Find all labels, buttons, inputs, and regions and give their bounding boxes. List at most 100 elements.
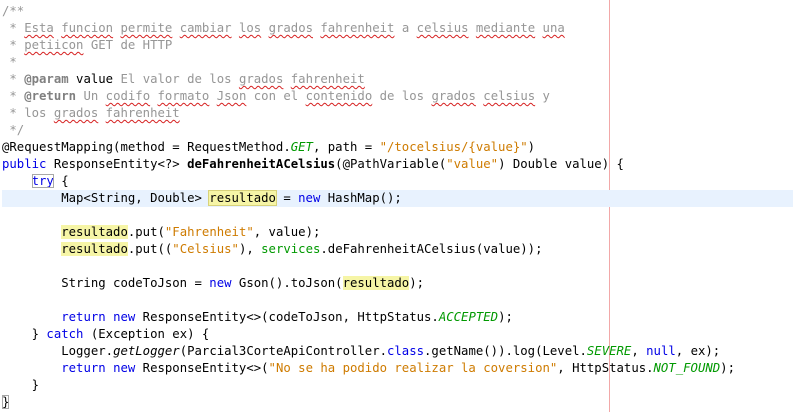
enum-constant: GET bbox=[290, 140, 313, 154]
javadoc-star: * bbox=[2, 55, 17, 69]
code-text: .put( bbox=[127, 225, 165, 239]
javadoc-text: y bbox=[535, 89, 550, 103]
code-line-2[interactable]: * Esta funcion permite cambiar los grado… bbox=[2, 20, 793, 37]
code-line-13[interactable] bbox=[2, 207, 793, 224]
javadoc-star: * bbox=[2, 72, 25, 86]
code-line-3[interactable]: * petiicon GET de HTTP bbox=[2, 37, 793, 54]
keyword: class bbox=[387, 344, 425, 358]
javadoc-param-name: value bbox=[76, 72, 114, 86]
code-text: ResponseEntity<>( bbox=[135, 361, 269, 375]
code-text: Logger. bbox=[2, 344, 114, 358]
code-editor[interactable]: /** * Esta funcion permite cambiar los g… bbox=[0, 0, 793, 412]
javadoc-text: GET de HTTP bbox=[83, 38, 173, 52]
string-literal: "Fahrenheit" bbox=[164, 225, 254, 239]
javadoc-text: Un bbox=[76, 89, 106, 103]
code-text: , path = bbox=[312, 140, 380, 154]
code-line-20[interactable]: } catch (Exception ex) { bbox=[2, 326, 793, 343]
code-text: ); bbox=[498, 310, 513, 324]
code-text: ResponseEntity<>(codeToJson, HttpStatus. bbox=[135, 310, 439, 324]
code-line-16[interactable] bbox=[2, 258, 793, 275]
code-text: (Exception ex) { bbox=[83, 327, 210, 341]
keyword: try bbox=[31, 174, 54, 188]
code-text: = bbox=[275, 191, 299, 205]
javadoc-word: grados bbox=[238, 72, 284, 86]
code-line-9[interactable]: @RequestMapping(method = RequestMethod.G… bbox=[2, 139, 793, 156]
variable-occurrence-highlight: resultado bbox=[208, 190, 277, 206]
keyword: catch bbox=[46, 327, 84, 341]
javadoc-word: mediante bbox=[475, 21, 536, 35]
enum-constant: SEVERE bbox=[586, 344, 632, 358]
code-line-23[interactable]: } bbox=[2, 377, 793, 394]
closing-brace: } bbox=[2, 378, 40, 392]
code-line-7[interactable]: * los grados fahrenheit bbox=[2, 105, 793, 122]
variable-occurrence-highlight: resultado bbox=[342, 276, 410, 290]
code-line-12[interactable]: Map<String, Double> resultado = new Hash… bbox=[2, 190, 793, 207]
code-text: ), bbox=[238, 242, 262, 256]
javadoc-text: * los bbox=[2, 106, 54, 120]
variable-occurrence-highlight: resultado bbox=[61, 242, 128, 256]
annotation-request-mapping: @RequestMapping(method = RequestMethod. bbox=[2, 140, 291, 154]
javadoc-word: Json bbox=[216, 89, 247, 103]
code-text: String codeToJson = bbox=[2, 276, 210, 290]
javadoc-word: los bbox=[238, 21, 262, 35]
code-line-17[interactable]: String codeToJson = new Gson().toJson(re… bbox=[2, 275, 793, 292]
code-text: HashMap(); bbox=[320, 191, 402, 205]
javadoc-star: * bbox=[2, 38, 25, 52]
code-line-22[interactable]: return new ResponseEntity<>("No se ha po… bbox=[2, 360, 793, 377]
keyword: new bbox=[113, 361, 136, 375]
field-reference: services bbox=[261, 242, 321, 256]
code-line-5[interactable]: * @param value El valor de los grados fa… bbox=[2, 71, 793, 88]
code-text: (Parcial3CorteApiController. bbox=[179, 344, 387, 358]
code-line-14[interactable]: resultado.put("Fahrenheit", value); bbox=[2, 224, 793, 241]
code-line-6[interactable]: * @return Un codifo formato Json con el … bbox=[2, 88, 793, 105]
javadoc-word: grados bbox=[268, 21, 313, 35]
code-line-18[interactable] bbox=[2, 292, 793, 309]
code-line-19[interactable]: return new ResponseEntity<>(codeToJson, … bbox=[2, 309, 793, 326]
code-line-15[interactable]: resultado.put(("Celsius"), services.deFa… bbox=[2, 241, 793, 258]
code-text: .getName()).log(Level. bbox=[424, 344, 587, 358]
code-line-10[interactable]: public ResponseEntity<?> deFahrenheitACe… bbox=[2, 156, 793, 173]
javadoc-text: de los bbox=[372, 89, 432, 103]
method-name: deFahrenheitACelsius bbox=[187, 157, 336, 171]
code-text: , value); bbox=[253, 225, 321, 239]
code-text: ResponseEntity<?> bbox=[46, 157, 188, 171]
string-literal: "No se ha podido realizar la coversion" bbox=[268, 361, 558, 375]
code-line-4[interactable]: * bbox=[2, 54, 793, 71]
keyword: new bbox=[113, 310, 136, 324]
javadoc-end: */ bbox=[2, 123, 25, 137]
string-literal: "value" bbox=[446, 157, 499, 171]
javadoc-start: /** bbox=[2, 4, 25, 18]
enum-constant: NOT_FOUND bbox=[653, 361, 721, 375]
code-text: , bbox=[631, 344, 647, 358]
code-line-1[interactable]: /** bbox=[2, 3, 793, 20]
javadoc-word: fahrenheit bbox=[320, 21, 395, 35]
code-text: ); bbox=[720, 361, 735, 375]
code-line-8[interactable]: */ bbox=[2, 122, 793, 139]
enum-constant: ACCEPTED bbox=[438, 310, 499, 324]
code-text: .deFahrenheitACelsius(value)); bbox=[320, 242, 543, 256]
javadoc-word: fahrenheit bbox=[290, 72, 365, 86]
javadoc-text: con el bbox=[246, 89, 306, 103]
javadoc-text: El valor de los bbox=[113, 72, 239, 86]
javadoc-word: celsius bbox=[483, 89, 536, 103]
variable-occurrence-highlight: resultado bbox=[61, 225, 128, 239]
code-line-24[interactable]: } bbox=[2, 394, 793, 411]
code-line-11[interactable]: try { bbox=[2, 173, 793, 190]
keyword: return bbox=[61, 310, 106, 324]
keyword: public bbox=[2, 157, 47, 171]
javadoc-word: fahrenheit bbox=[105, 106, 180, 120]
code-line-21[interactable]: Logger.getLogger(Parcial3CorteApiControl… bbox=[2, 343, 793, 360]
javadoc-word: celsius bbox=[416, 21, 469, 35]
javadoc-star: * bbox=[2, 89, 25, 103]
